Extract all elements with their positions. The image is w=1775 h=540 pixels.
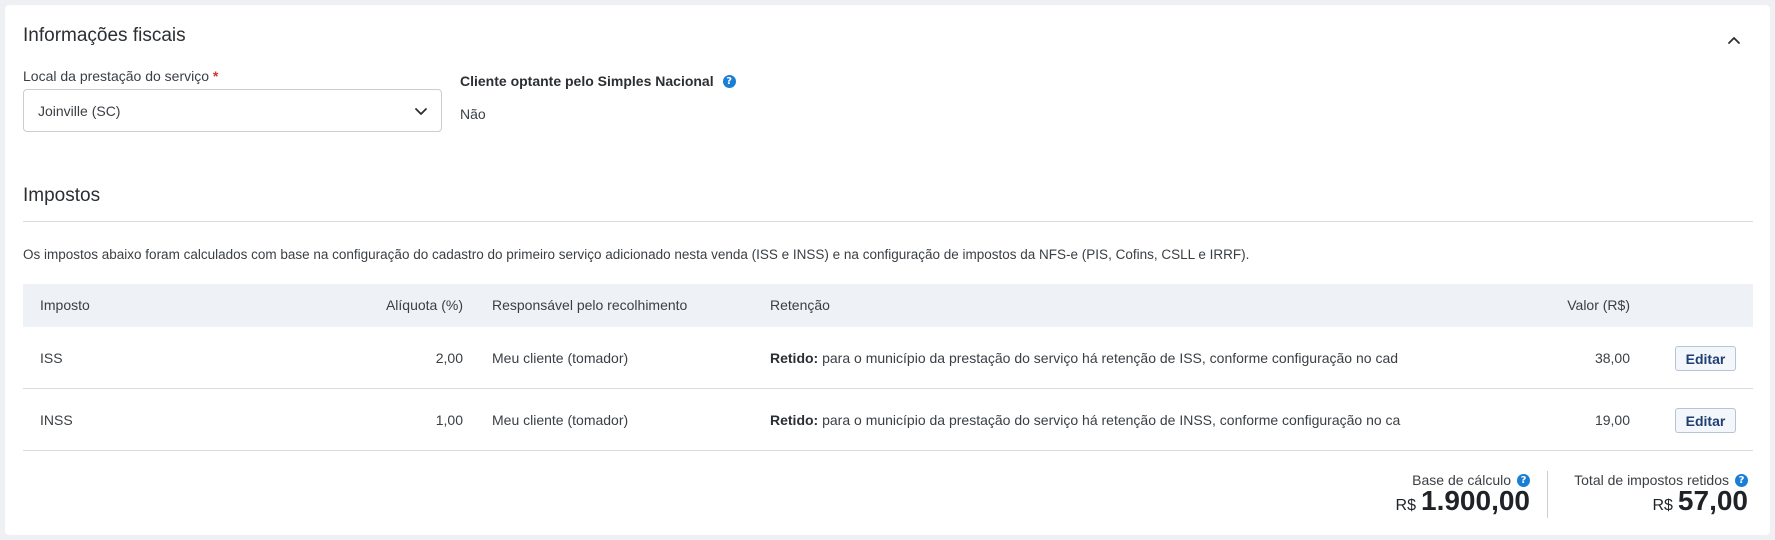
simples-value: Não xyxy=(460,106,486,122)
chevron-down-icon xyxy=(415,108,427,115)
required-marker: * xyxy=(212,68,219,84)
table-row: ISS 2,00 Meu cliente (tomador) Retido: p… xyxy=(23,327,1753,389)
cell-imposto: ISS xyxy=(40,350,63,366)
base-currency: R$ xyxy=(1395,497,1416,514)
cell-responsavel: Meu cliente (tomador) xyxy=(492,412,629,428)
taxes-description: Os impostos abaixo foram calculados com … xyxy=(23,247,1250,262)
help-icon[interactable]: ? xyxy=(722,74,736,88)
section-title-taxes: Impostos xyxy=(23,185,101,206)
location-select[interactable]: Joinville (SC) xyxy=(23,89,442,132)
base-value: R$ 1.900,00 xyxy=(1396,485,1530,517)
col-header-responsavel: Responsável pelo recolhimento xyxy=(492,297,688,313)
location-label: Local da prestação do serviço * xyxy=(23,68,219,84)
cell-retencao: Retido: para o município da prestação do… xyxy=(770,389,1440,451)
retained-amount: 57,00 xyxy=(1677,485,1748,516)
col-header-valor: Valor (R$) xyxy=(1567,297,1630,313)
cell-valor: 38,00 xyxy=(1594,350,1630,366)
cell-imposto: INSS xyxy=(40,412,73,428)
col-header-retencao: Retenção xyxy=(770,297,830,313)
fiscal-info-card: Informações fiscais Local da prestação d… xyxy=(5,5,1770,535)
cell-aliquota: 1,00 xyxy=(435,412,463,428)
base-amount: 1.900,00 xyxy=(1421,485,1530,516)
cell-responsavel: Meu cliente (tomador) xyxy=(492,350,629,366)
simples-label: Cliente optante pelo Simples Nacional ? xyxy=(460,73,736,89)
cell-retencao: Retido: para o município da prestação do… xyxy=(770,327,1440,389)
retencao-text: para o município da prestação do serviço… xyxy=(822,350,1399,366)
col-header-imposto: Imposto xyxy=(40,297,90,313)
chevron-up-icon[interactable] xyxy=(1726,32,1742,48)
retained-value: R$ 57,00 xyxy=(1652,485,1748,517)
section-divider xyxy=(23,221,1753,222)
totals-separator xyxy=(1547,471,1548,518)
table-row: INSS 1,00 Meu cliente (tomador) Retido: … xyxy=(23,389,1753,451)
col-header-aliquota: Alíquota (%) xyxy=(385,297,463,313)
location-select-value: Joinville (SC) xyxy=(38,102,121,119)
retencao-text: para o município da prestação do serviço… xyxy=(822,412,1401,428)
taxes-table-header: Imposto Alíquota (%) Responsável pelo re… xyxy=(23,284,1753,327)
retencao-prefix: Retido: xyxy=(770,350,819,366)
edit-button-iss[interactable]: Editar xyxy=(1675,346,1736,371)
cell-aliquota: 2,00 xyxy=(435,350,463,366)
edit-button-inss[interactable]: Editar xyxy=(1675,408,1736,433)
section-title-fiscal: Informações fiscais xyxy=(23,25,186,46)
cell-valor: 19,00 xyxy=(1594,412,1630,428)
retained-currency: R$ xyxy=(1652,497,1673,514)
retencao-prefix: Retido: xyxy=(770,412,819,428)
